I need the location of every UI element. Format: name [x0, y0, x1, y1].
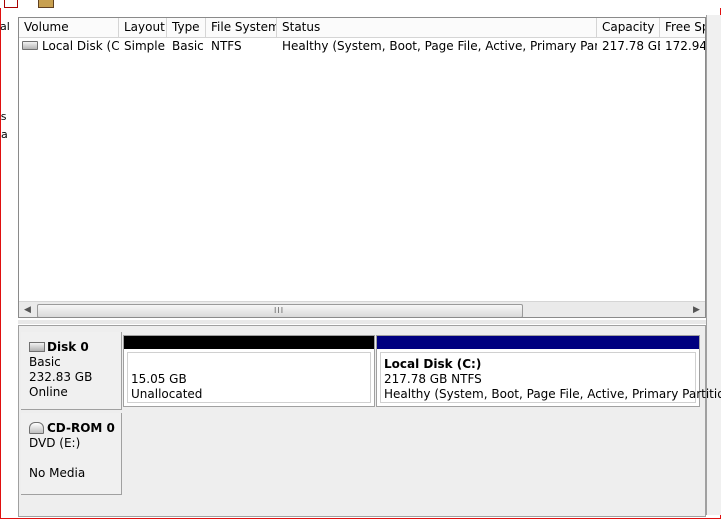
action-pane-edge [706, 15, 721, 515]
partition-size: 15.05 GB [131, 372, 187, 386]
cdrom-0-label[interactable]: CD-ROM 0 DVD (E:) No Media [21, 413, 122, 495]
cell-status: Healthy (System, Boot, Page File, Active… [282, 39, 597, 53]
column-header-free-space[interactable]: Free Sp [660, 18, 705, 37]
cdrom-0-kind: DVD (E:) [29, 436, 81, 450]
cell-file-system: NTFS [211, 39, 242, 53]
toolbar-icon[interactable] [4, 0, 18, 8]
scrollbar-thumb[interactable]: III [37, 304, 523, 317]
column-header-status[interactable]: Status [277, 18, 597, 37]
properties-icon[interactable] [38, 0, 54, 8]
left-panel-clipped: cal os na [0, 18, 14, 318]
left-panel-text: na [0, 128, 8, 141]
column-header-volume[interactable]: Volume [19, 18, 119, 37]
disk-0-size: 232.83 GB [29, 370, 93, 384]
partition-label: Local Disk (C:) [384, 357, 482, 371]
partition-size: 217.78 GB NTFS [384, 372, 482, 386]
cell-type: Basic [172, 39, 204, 53]
cdrom-0-state: No Media [29, 466, 86, 480]
column-header-layout[interactable]: Layout [119, 18, 167, 37]
volume-list[interactable]: Volume Layout Type File System Status Ca… [18, 17, 706, 318]
disk-0-title: Disk 0 [29, 340, 89, 354]
toolbar-strip [0, 0, 721, 8]
partition-local-disk-c[interactable]: Local Disk (C:) 217.78 GB NTFS Healthy (… [376, 335, 721, 407]
hard-disk-icon [22, 41, 38, 50]
disk-0-kind: Basic [29, 355, 61, 369]
horizontal-scrollbar[interactable]: ◀ III ▶ [19, 301, 705, 317]
partition-bar [124, 336, 374, 349]
cell-volume: Local Disk (C:) [19, 38, 119, 55]
partition-desc: Unallocated [131, 387, 203, 401]
cell-free-space: 172.94 G [665, 39, 706, 53]
chevron-left-icon[interactable]: ◀ [19, 302, 36, 317]
left-panel-text: os [0, 110, 7, 123]
disk-graphical-view: Disk 0 Basic 232.83 GB Online 15.05 GB U… [18, 325, 721, 517]
column-header-capacity[interactable]: Capacity [597, 18, 660, 37]
column-header-type[interactable]: Type [167, 18, 206, 37]
disk-0-name: Disk 0 [47, 340, 89, 354]
cell-layout: Simple [124, 39, 165, 53]
scrollbar-grip: III [274, 306, 285, 315]
hard-disk-icon [29, 341, 45, 352]
left-panel-text: cal [0, 20, 10, 33]
cdrom-0-title: CD-ROM 0 [29, 421, 115, 435]
cell-capacity: 217.78 GB [602, 39, 660, 53]
pane-splitter[interactable] [18, 320, 706, 324]
volume-name: Local Disk (C:) [42, 39, 119, 53]
cd-drive-icon [29, 421, 44, 434]
column-header-row: Volume Layout Type File System Status Ca… [19, 18, 705, 38]
cdrom-0-name: CD-ROM 0 [47, 421, 115, 435]
table-row[interactable]: Local Disk (C:) Simple Basic NTFS Health… [19, 38, 705, 55]
partition-desc: Healthy (System, Boot, Page File, Active… [384, 387, 721, 401]
chevron-right-icon[interactable]: ▶ [688, 302, 705, 317]
disk-0-state: Online [29, 385, 68, 399]
disk-0-label[interactable]: Disk 0 Basic 232.83 GB Online [21, 332, 122, 410]
partition-bar [377, 336, 699, 349]
partition-unallocated[interactable]: 15.05 GB Unallocated [123, 335, 375, 407]
column-header-file-system[interactable]: File System [206, 18, 277, 37]
